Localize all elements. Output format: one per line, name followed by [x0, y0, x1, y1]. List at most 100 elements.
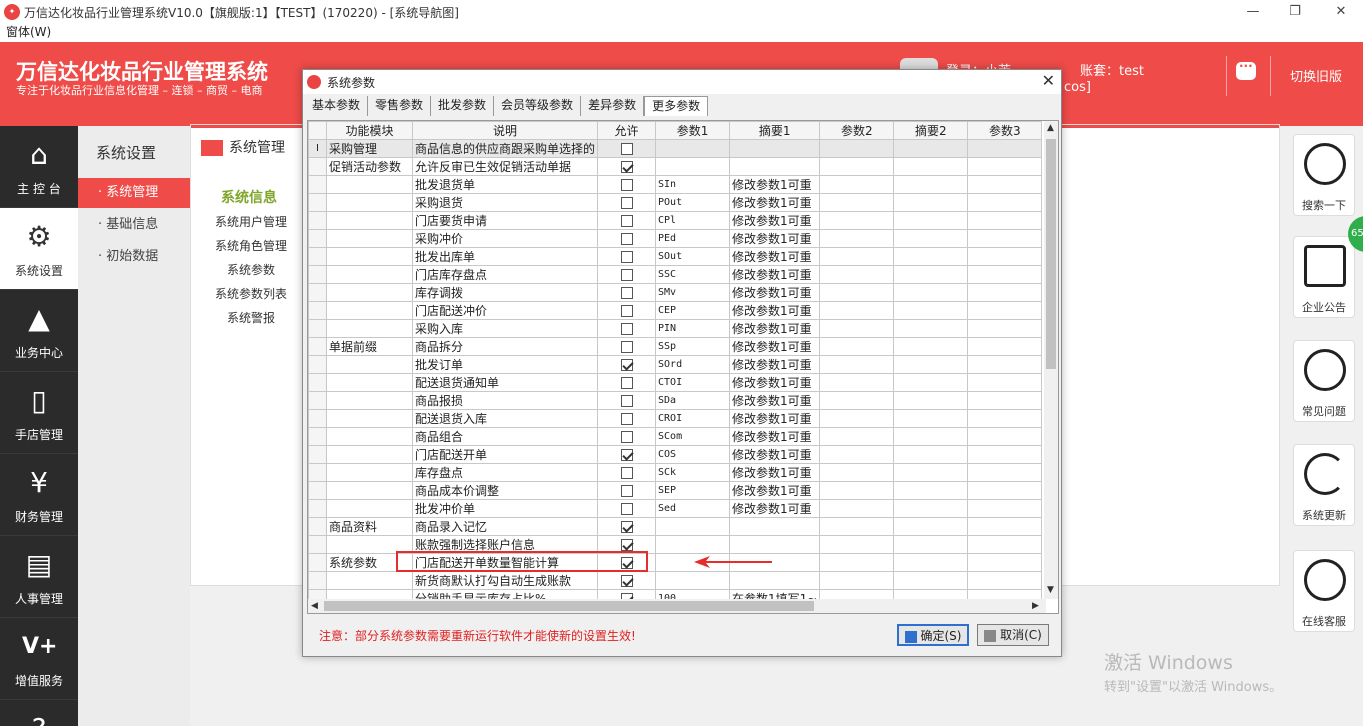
table-row[interactable]: 商品资料 商品录入记忆 — [308, 517, 1043, 536]
cell-param3[interactable] — [967, 517, 1043, 536]
table-row[interactable]: 商品报损 SDa 修改参数1可重 — [308, 391, 1043, 410]
column-header[interactable]: 功能模块 — [326, 121, 413, 140]
cell-description[interactable]: 批发出库单 — [411, 247, 599, 266]
cell-module[interactable] — [326, 481, 413, 500]
nav-system-settings[interactable]: ⚙ 系统设置 — [0, 208, 78, 290]
cell-description[interactable]: 商品成本价调整 — [411, 481, 599, 500]
cell-summary1[interactable] — [729, 139, 821, 158]
cell-allow[interactable] — [597, 301, 657, 320]
horizontal-scrollbar[interactable]: ◀ ▶ — [308, 599, 1046, 613]
row-indicator[interactable] — [308, 409, 327, 428]
cell-allow[interactable] — [597, 139, 657, 158]
row-indicator[interactable] — [308, 445, 327, 464]
cell-param1[interactable]: SOut — [655, 247, 731, 266]
side-support-button[interactable]: 在线客服 — [1293, 550, 1355, 632]
cell-param3[interactable] — [967, 589, 1043, 599]
cell-description[interactable]: 配送退货通知单 — [411, 373, 599, 392]
allow-checkbox[interactable] — [620, 215, 633, 227]
tree-item-roles[interactable]: 系统角色管理 — [215, 237, 287, 254]
cell-allow[interactable] — [597, 337, 657, 356]
cell-param3[interactable] — [967, 553, 1043, 572]
column-header[interactable]: 摘要1 — [729, 121, 821, 140]
allow-checkbox[interactable] — [620, 503, 633, 515]
cell-allow[interactable] — [597, 247, 657, 266]
cell-description[interactable]: 分销助手显示库存占比% — [411, 589, 599, 599]
cell-param3[interactable] — [967, 355, 1043, 374]
cell-module[interactable] — [326, 211, 413, 230]
cell-param2[interactable] — [819, 319, 895, 338]
row-indicator[interactable] — [308, 193, 327, 212]
cell-summary2[interactable] — [893, 319, 969, 338]
cell-summary1[interactable]: 修改参数1可重 — [729, 481, 821, 500]
cell-summary1[interactable]: 修改参数1可重 — [729, 355, 821, 374]
table-row[interactable]: 库存盘点 SCk 修改参数1可重 — [308, 463, 1043, 482]
cell-param2[interactable] — [819, 247, 895, 266]
cell-summary1[interactable] — [729, 157, 821, 176]
row-indicator[interactable]: I — [308, 139, 327, 158]
row-indicator[interactable] — [308, 553, 327, 572]
cell-summary1[interactable]: 修改参数1可重 — [729, 337, 821, 356]
allow-checkbox[interactable] — [620, 431, 633, 443]
cell-summary1[interactable]: 修改参数1可重 — [729, 373, 821, 392]
cell-param1[interactable]: 100 — [655, 589, 731, 599]
cell-param2[interactable] — [819, 193, 895, 212]
ok-button[interactable]: 确定(S) — [897, 624, 969, 646]
cell-param3[interactable] — [967, 211, 1043, 230]
nav-dashboard[interactable]: ⌂ 主 控 台 — [0, 126, 78, 208]
column-header[interactable]: 摘要2 — [893, 121, 969, 140]
cell-param1[interactable]: Sed — [655, 499, 731, 518]
tree-root[interactable]: 系统信息 — [221, 187, 277, 207]
cell-summary2[interactable] — [893, 517, 969, 536]
cell-summary1[interactable]: 修改参数1可重 — [729, 211, 821, 230]
allow-checkbox[interactable] — [620, 305, 633, 317]
cancel-button[interactable]: 取消(C) — [977, 624, 1049, 646]
cell-module[interactable]: 促销活动参数 — [326, 157, 413, 176]
cell-summary1[interactable] — [729, 571, 821, 590]
cell-allow[interactable] — [597, 517, 657, 536]
row-indicator[interactable] — [308, 247, 327, 266]
cell-allow[interactable] — [597, 211, 657, 230]
cell-summary2[interactable] — [893, 409, 969, 428]
cell-param2[interactable] — [819, 157, 895, 176]
cell-param3[interactable] — [967, 247, 1043, 266]
table-row[interactable]: 库存调拨 SMv 修改参数1可重 — [308, 283, 1043, 302]
close-window-button[interactable]: ✕ — [1326, 2, 1356, 22]
cell-allow[interactable] — [597, 175, 657, 194]
table-row[interactable]: 配送退货入库 CROI 修改参数1可重 — [308, 409, 1043, 428]
row-indicator[interactable] — [308, 337, 327, 356]
minimize-button[interactable]: — — [1238, 2, 1268, 22]
allow-checkbox[interactable] — [620, 143, 633, 155]
cell-summary2[interactable] — [893, 157, 969, 176]
column-header[interactable]: 参数2 — [819, 121, 895, 140]
allow-checkbox[interactable] — [620, 377, 633, 389]
tab-difference[interactable]: 差异参数 — [581, 96, 645, 116]
cell-summary2[interactable] — [893, 373, 969, 392]
cell-module[interactable] — [326, 589, 413, 599]
row-indicator[interactable] — [308, 463, 327, 482]
side-announcement-button[interactable]: 企业公告 — [1293, 236, 1355, 318]
cell-module[interactable] — [326, 193, 413, 212]
cell-param2[interactable] — [819, 463, 895, 482]
chat-icon[interactable] — [1236, 59, 1256, 80]
allow-checkbox[interactable] — [620, 521, 633, 533]
cell-summary2[interactable] — [893, 535, 969, 554]
allow-checkbox[interactable] — [620, 539, 633, 551]
tab-retail[interactable]: 零售参数 — [368, 96, 432, 116]
cell-param2[interactable] — [819, 517, 895, 536]
table-row[interactable]: 批发订单 SOrd 修改参数1可重 — [308, 355, 1043, 374]
cell-param2[interactable] — [819, 139, 895, 158]
cell-description[interactable]: 门店配送冲价 — [411, 301, 599, 320]
cell-description[interactable]: 允许反审已生效促销活动单据 — [411, 157, 599, 176]
subnav-item-basic-info[interactable]: · 基础信息 — [78, 210, 190, 240]
cell-param1[interactable] — [655, 535, 731, 554]
cell-summary1[interactable] — [729, 535, 821, 554]
cell-description[interactable]: 门店要货申请 — [411, 211, 599, 230]
cell-summary2[interactable] — [893, 553, 969, 572]
cell-summary2[interactable] — [893, 463, 969, 482]
side-search-button[interactable]: 搜索一下 — [1293, 134, 1355, 216]
table-row[interactable]: 采购退货 POut 修改参数1可重 — [308, 193, 1043, 212]
cell-module[interactable]: 采购管理 — [326, 139, 413, 158]
cell-param2[interactable] — [819, 499, 895, 518]
table-row[interactable]: 商品组合 SCom 修改参数1可重 — [308, 427, 1043, 446]
row-indicator[interactable] — [308, 499, 327, 518]
